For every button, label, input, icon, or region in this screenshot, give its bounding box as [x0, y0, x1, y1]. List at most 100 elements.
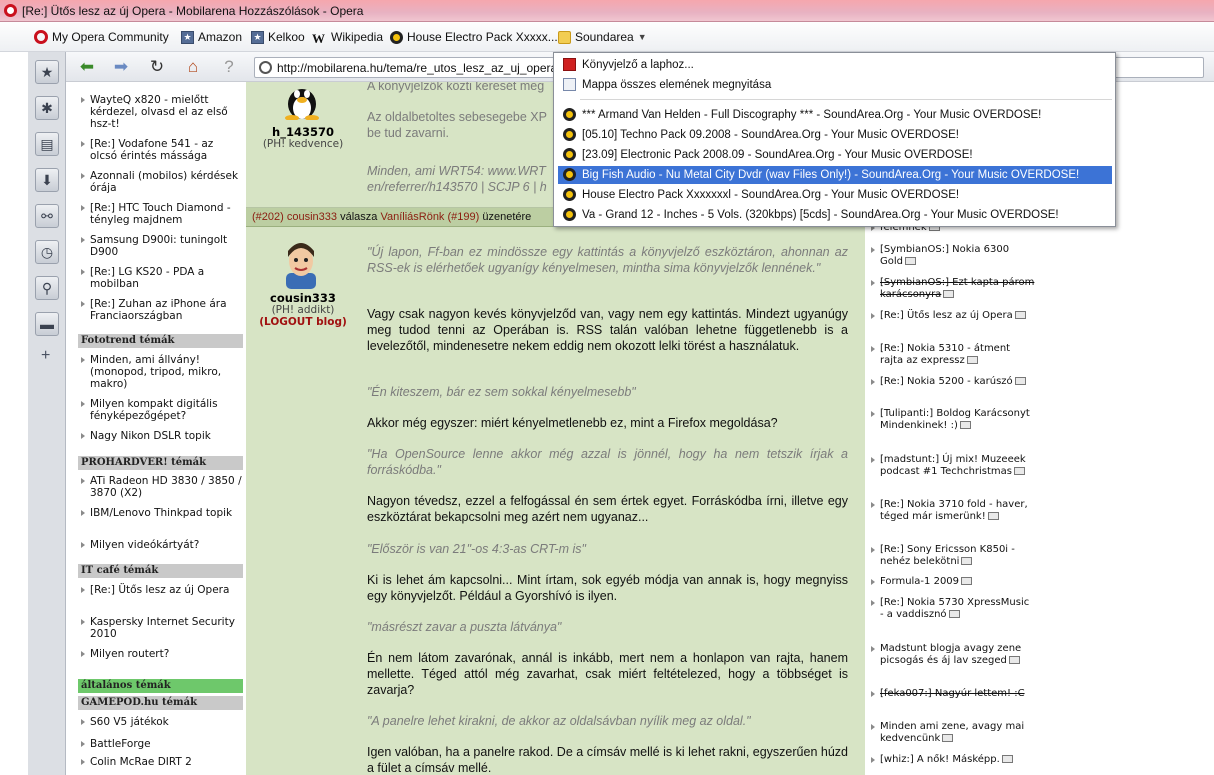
bookmark-folder-soundarea[interactable]: Soundarea ▼ [558, 29, 647, 45]
notes-panel-icon[interactable]: ▤ [35, 132, 59, 156]
topic-link[interactable]: Colin McRae DIRT 2 [78, 756, 243, 768]
bookmark-kelkoo[interactable]: ★ Kelkoo [251, 29, 305, 45]
blog-link[interactable]: [SymbianOS:] Nokia 6300 Gold [869, 244, 1035, 268]
blog-link-text: [Re:] Nokia 3710 fold - haver, téged már… [880, 499, 1028, 522]
blog-link[interactable]: [Re:] Ütős lesz az új Opera [869, 310, 1035, 322]
blog-link[interactable]: [madstunt:] Új mix! Muzeeek podcast #1 T… [869, 454, 1035, 478]
windows-panel-icon[interactable]: ▬ [35, 312, 59, 336]
topic-link[interactable]: Milyen kompakt digitális fényképezőgépet… [78, 398, 243, 422]
blog-link[interactable]: Minden ami zene, avagy mai kedvencünk [869, 721, 1035, 745]
section-header-itcafe[interactable]: IT café témák [78, 564, 243, 578]
title-bar: [Re:] Ütős lesz az új Opera - Mobilarena… [0, 0, 1214, 22]
post-number-link[interactable]: (#202) [252, 211, 284, 223]
topic-link[interactable]: Minden, ami állvány! (monopod, tripod, m… [78, 354, 243, 390]
topic-link[interactable]: Nagy Nikon DSLR topik [78, 430, 243, 442]
section-header-fototrend[interactable]: Fototrend témák [78, 334, 243, 348]
username-link[interactable]: h_143570 [248, 126, 358, 138]
back-icon[interactable]: ⬅ [76, 57, 98, 77]
menu-item-bookmark[interactable]: [23.09] Electronic Pack 2008.09 - SoundA… [558, 146, 1112, 164]
bookmark-label: My Opera Community [52, 30, 169, 44]
blog-link[interactable]: Madstunt blogja avagy zene picsogás és á… [869, 643, 1035, 667]
blog-link[interactable]: [Tulipanti:] Boldog Karácsonyt Mindenkin… [869, 408, 1035, 432]
reload-icon[interactable]: ↻ [146, 57, 168, 77]
topic-link[interactable]: [Re:] LG KS20 - PDA a mobilban [78, 266, 243, 290]
comment-icon [905, 257, 916, 265]
home-icon[interactable]: ⌂ [182, 57, 204, 77]
reply-target-number-link[interactable]: (#199) [448, 211, 480, 223]
bookmark-my-opera-community[interactable]: My Opera Community [34, 29, 169, 45]
blog-link[interactable]: [Re:] Nokia 5200 - karúszó [869, 376, 1035, 388]
blog-link[interactable]: [Re:] Nokia 5310 - átment rajta az expre… [869, 343, 1035, 367]
topic-link[interactable]: [Re:] Zuhan az iPhone ára Franciaországb… [78, 298, 243, 322]
post-text: Az oldalbetoltes sebesegebe XP [367, 110, 547, 124]
menu-item-label: *** Armand Van Helden - Full Discography… [582, 109, 1042, 121]
topic-link[interactable]: IBM/Lenovo Thinkpad topik [78, 507, 243, 519]
blog-link[interactable]: [SymbianOS:] Ezt kapta párom karácsonyra [869, 277, 1035, 301]
topic-link[interactable]: WayteQ x820 - mielőtt kérdezel, olvasd e… [78, 94, 243, 130]
blog-link[interactable]: [Re:] Nokia 3710 fold - haver, téged már… [869, 499, 1035, 523]
menu-item-bookmark-page[interactable]: Könyvjelző a laphoz... [558, 56, 1112, 74]
menu-item-bookmark[interactable]: [05.10] Techno Pack 09.2008 - SoundArea.… [558, 126, 1112, 144]
opera-icon [34, 30, 48, 44]
window-edge [0, 52, 28, 775]
blog-link[interactable]: (LOGOUT blog) [248, 316, 358, 328]
topic-link[interactable]: Azonnali (mobilos) kérdések órája [78, 170, 243, 194]
bookmark-wikipedia[interactable]: W Wikipedia [312, 29, 383, 46]
topic-link[interactable]: [Re:] Ütős lesz az új Opera [78, 584, 243, 596]
penguin-avatar-icon [282, 82, 322, 121]
add-panel-icon[interactable]: + [41, 347, 50, 365]
menu-item-bookmark-selected[interactable]: Big Fish Audio - Nu Metal City Dvdr (wav… [558, 166, 1112, 184]
soundarea-icon [563, 188, 576, 201]
soundarea-icon [563, 108, 576, 121]
post: (#202) cousin333 válasza VaníliásRönk (#… [246, 208, 865, 775]
menu-item-label: Mappa összes elemének megnyitása [582, 79, 772, 91]
forward-icon[interactable]: ➡ [110, 57, 132, 77]
settings-panel-icon[interactable]: ✱ [35, 96, 59, 120]
bookmark-folder-menu: Könyvjelző a laphoz... Mappa összes elem… [553, 52, 1116, 227]
soundarea-icon [563, 148, 576, 161]
bookmark-house-electro[interactable]: House Electro Pack Xxxxx... [390, 29, 558, 45]
menu-item-bookmark[interactable]: House Electro Pack Xxxxxxxl - SoundArea.… [558, 186, 1112, 204]
bookmark-amazon[interactable]: ★ Amazon [181, 29, 242, 45]
topic-link[interactable]: ATi Radeon HD 3830 / 3850 / 3870 (X2) [78, 475, 243, 499]
post-author: h_143570 (PH! kedvence) [248, 126, 358, 150]
transfers-panel-icon[interactable]: ⬇ [35, 168, 59, 192]
blog-link[interactable]: [feka007:] Nagyúr lettem! :C [869, 688, 1035, 700]
topic-link[interactable]: Milyen videókártyát? [78, 539, 243, 551]
topic-link[interactable]: Samsung D900i: tuningolt D900 [78, 234, 243, 258]
bookmark-icon: ★ [251, 30, 264, 44]
blog-link[interactable]: [Re:] Nokia 5730 XpressMusic - a vaddisz… [869, 597, 1035, 621]
blog-link-text: [madstunt:] Új mix! Muzeeek podcast #1 T… [880, 454, 1026, 477]
bookmark-label: Soundarea [575, 30, 634, 44]
menu-item-bookmark[interactable]: Va - Grand 12 - Inches - 5 Vols. (320kbp… [558, 206, 1112, 224]
section-header-gamepod[interactable]: GAMEPOD.hu témák [78, 696, 243, 710]
blog-link[interactable]: Formula-1 2009 [869, 576, 1035, 588]
blog-link[interactable]: [whiz:] A nők! Másképp. [869, 754, 1035, 766]
topic-link[interactable]: Kaspersky Internet Security 2010 [78, 616, 243, 640]
username-link[interactable]: cousin333 [248, 292, 358, 304]
blog-link[interactable]: [Re:] Sony Ericsson K850i - nehéz belekö… [869, 544, 1035, 568]
topic-link[interactable]: [Re:] Vodafone 541 - az olcsó érintés má… [78, 138, 243, 162]
blog-link-text: [Re:] Sony Ericsson K850i - nehéz belekö… [880, 544, 1015, 567]
topic-link[interactable]: Milyen routert? [78, 648, 243, 660]
menu-separator [580, 99, 1112, 100]
links-panel-icon[interactable]: ⚯ [35, 204, 59, 228]
menu-item-bookmark[interactable]: *** Armand Van Helden - Full Discography… [558, 106, 1112, 124]
topic-link[interactable]: S60 V5 játékok [78, 716, 243, 728]
menu-item-open-all[interactable]: Mappa összes elemének megnyitása [558, 76, 1112, 94]
blog-link-text: [Re:] Ütős lesz az új Opera [880, 310, 1013, 321]
section-header-prohardver[interactable]: PROHARDVER! témák [78, 456, 243, 470]
search-panel-icon[interactable]: ⚲ [35, 276, 59, 300]
bookmarks-panel-icon[interactable]: ★ [35, 60, 59, 84]
author-link[interactable]: cousin333 [287, 211, 337, 223]
topic-link[interactable]: [Re:] HTC Touch Diamond - tényleg majdne… [78, 202, 243, 226]
topic-link[interactable]: BattleForge [78, 738, 243, 750]
reply-target-link[interactable]: VaníliásRönk [380, 211, 444, 223]
window-title: [Re:] Ütős lesz az új Opera - Mobilarena… [22, 4, 364, 18]
reply-text: Akkor még egyszer: miért kényelmetlenebb… [367, 416, 778, 430]
wand-icon[interactable]: ? [218, 57, 240, 77]
history-panel-icon[interactable]: ◷ [35, 240, 59, 264]
address-field[interactable]: http://mobilarena.hu/tema/re_utos_lesz_a… [277, 61, 557, 75]
avatar [282, 241, 320, 289]
section-header-altalanos[interactable]: általános témák [78, 679, 243, 693]
